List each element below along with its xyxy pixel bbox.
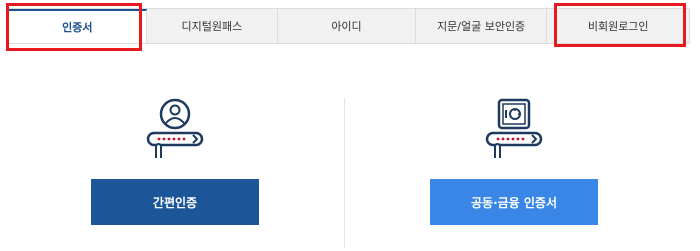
simple-auth-button-label: 간편인증 bbox=[152, 195, 198, 210]
simple-auth-button[interactable]: 간편인증 bbox=[91, 179, 259, 225]
tab-non-member-login[interactable]: 비회원로그인 bbox=[547, 9, 689, 43]
tab-certificate[interactable]: 인증서 bbox=[9, 9, 147, 43]
tab-label: 비회원로그인 bbox=[587, 20, 649, 33]
certificate-auth-button-label: 공동·금융 인증서 bbox=[470, 195, 558, 210]
login-method-tabs: 인증서 디지털원패스 아이디 지문/얼굴 보안인증 비회원로그인 bbox=[8, 8, 690, 44]
safe-card-icon bbox=[485, 98, 543, 158]
tab-biometric-auth[interactable]: 지문/얼굴 보안인증 bbox=[416, 9, 548, 43]
certificate-auth-button[interactable]: 공동·금융 인증서 bbox=[430, 179, 598, 225]
tab-label: 아이디 bbox=[331, 20, 362, 33]
column-divider bbox=[344, 98, 345, 248]
tab-label: 인증서 bbox=[62, 21, 93, 34]
tab-digital-onepass[interactable]: 디지털원패스 bbox=[147, 9, 279, 43]
tab-label: 디지털원패스 bbox=[181, 20, 243, 33]
tab-label: 지문/얼굴 보안인증 bbox=[437, 20, 526, 33]
user-card-icon bbox=[146, 98, 204, 158]
tab-id[interactable]: 아이디 bbox=[278, 9, 416, 43]
